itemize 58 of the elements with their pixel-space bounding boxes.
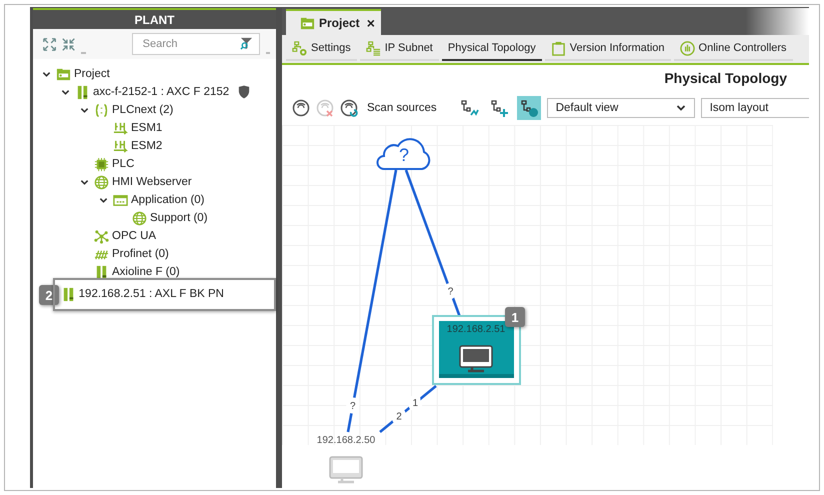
view-tab[interactable]: Version Information <box>544 37 671 61</box>
panel-header: PLANT <box>33 8 276 29</box>
network-list-icon <box>366 40 381 56</box>
scan-refresh-icon[interactable] <box>340 99 358 117</box>
chevron-icon[interactable] <box>60 88 70 96</box>
editor-tab[interactable]: Project × <box>286 9 381 35</box>
view-tab[interactable]: Physical Topology <box>442 37 542 61</box>
network-gear-icon <box>292 40 307 56</box>
folder-icon <box>56 66 71 82</box>
layout-dropdown[interactable]: Isom layout <box>700 98 809 118</box>
tree-item[interactable]: PLC <box>94 156 134 172</box>
view-title: Physical Topology <box>663 69 788 88</box>
scan-icon[interactable] <box>292 99 310 117</box>
tree-item[interactable]: OPC UA <box>94 228 156 244</box>
braces-icon <box>94 102 109 118</box>
chevron-icon[interactable] <box>42 70 50 78</box>
close-button[interactable]: × <box>366 15 375 31</box>
tree-item[interactable]: PLCnext (2) <box>94 102 174 118</box>
tree-item[interactable]: Profinet (0) <box>94 246 169 262</box>
tree-item[interactable]: ESM2 <box>113 138 162 154</box>
callout-badge: 1 <box>505 307 525 327</box>
filter-icon[interactable] <box>240 37 253 50</box>
device-address: 192.168.2.51 <box>446 324 506 335</box>
tree-item[interactable]: Application (0) <box>113 192 205 208</box>
tree-item[interactable]: Project <box>56 66 110 82</box>
chevron-icon[interactable] <box>80 178 88 186</box>
cloud-label: ? <box>399 145 409 165</box>
tree-item[interactable]: Axioline F (0) <box>94 264 180 280</box>
collapse-all-icon[interactable] <box>62 36 76 52</box>
network-icon <box>94 228 109 244</box>
tree-item[interactable]: Support (0) <box>132 210 208 226</box>
tree-item[interactable]: ESM1 <box>113 120 162 136</box>
tree-item[interactable]: 192.168.2.51 : AXL F BK PN <box>52 278 276 310</box>
search-field[interactable]: Search <box>132 33 260 55</box>
chevron-icon[interactable] <box>80 106 88 114</box>
view-tab[interactable]: Online Controllers <box>674 37 793 61</box>
module-icon <box>94 264 109 280</box>
scan-sources-label[interactable]: Scan sources <box>367 102 437 114</box>
globe-icon <box>94 174 109 190</box>
monitor-icon <box>459 345 493 372</box>
tree-item[interactable]: axc-f-2152-1 : AXC F 2152 <box>75 84 250 100</box>
chevron-icon[interactable] <box>98 196 108 204</box>
view-tab[interactable]: Settings <box>286 37 357 61</box>
view-dropdown[interactable]: Default view <box>546 98 695 118</box>
clipboard-icon <box>550 40 566 56</box>
cloud-node[interactable] <box>376 138 430 170</box>
chip-icon <box>94 156 109 172</box>
auto-layout-icon[interactable] <box>516 96 541 120</box>
view-tab[interactable]: IP Subnet <box>360 37 439 61</box>
folder-icon <box>300 16 315 30</box>
device-address: 192.168.2.50 <box>316 435 376 446</box>
globe-icon <box>132 210 147 226</box>
tree-item[interactable]: HMI Webserver <box>94 174 192 190</box>
module-icon <box>75 84 90 100</box>
callout-badge: 2 <box>39 285 59 305</box>
expand-all-icon[interactable] <box>43 36 56 52</box>
chevron-down-icon <box>676 103 686 113</box>
window-icon <box>113 192 128 208</box>
